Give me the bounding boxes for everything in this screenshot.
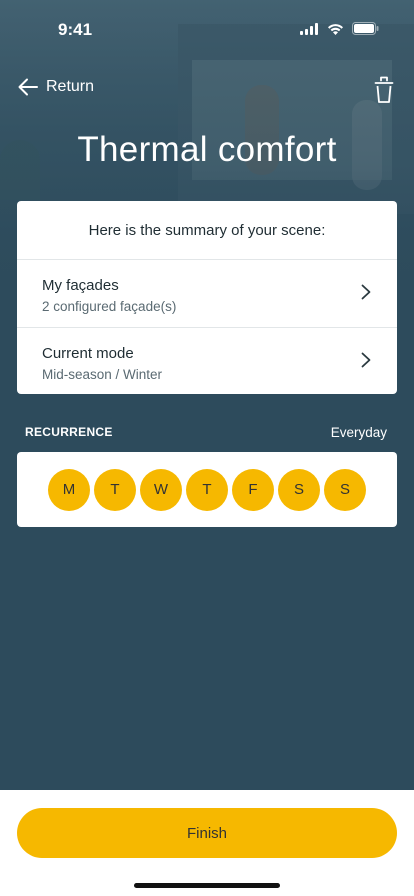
day-sunday[interactable]: S	[324, 468, 366, 511]
wifi-icon	[328, 23, 343, 35]
recurrence-label: RECURRENCE	[25, 425, 113, 439]
battery-icon	[352, 22, 379, 35]
summary-heading: Here is the summary of your scene:	[17, 201, 397, 260]
status-icons	[300, 22, 379, 35]
facades-title: My façades	[42, 277, 119, 294]
current-mode-title: Current mode	[42, 345, 134, 362]
finish-button[interactable]: Finish	[17, 808, 397, 858]
day-tuesday[interactable]: T	[94, 468, 136, 511]
weekday-selector: M T W T F S S	[17, 452, 397, 527]
day-friday[interactable]: F	[232, 468, 274, 511]
bottom-bar: Finish	[0, 790, 414, 896]
top-navigation: Return	[0, 74, 414, 108]
facades-row[interactable]: My façades 2 configured façade(s)	[17, 260, 397, 328]
delete-button[interactable]	[374, 76, 394, 109]
chevron-right-icon	[361, 352, 371, 368]
day-monday[interactable]: M	[48, 468, 90, 511]
facades-subtitle: 2 configured façade(s)	[42, 299, 177, 314]
page-title: Thermal comfort	[77, 130, 337, 169]
current-mode-subtitle: Mid-season / Winter	[42, 367, 163, 382]
cellular-signal-icon	[300, 22, 318, 35]
return-label: Return	[46, 78, 95, 95]
arrow-left-icon	[18, 78, 38, 96]
day-saturday[interactable]: S	[278, 468, 320, 511]
day-thursday[interactable]: T	[186, 468, 228, 511]
recurrence-value: Everyday	[330, 425, 387, 440]
trash-icon	[374, 76, 394, 103]
status-bar: 9:41	[0, 0, 414, 60]
status-time: 9:41	[58, 20, 93, 39]
day-wednesday[interactable]: W	[140, 468, 182, 511]
current-mode-row[interactable]: Current mode Mid-season / Winter	[17, 328, 397, 394]
home-indicator	[134, 883, 280, 888]
scene-summary-card: Here is the summary of your scene: My fa…	[17, 201, 397, 394]
chevron-right-icon	[361, 284, 371, 300]
return-button[interactable]: Return	[18, 78, 94, 96]
